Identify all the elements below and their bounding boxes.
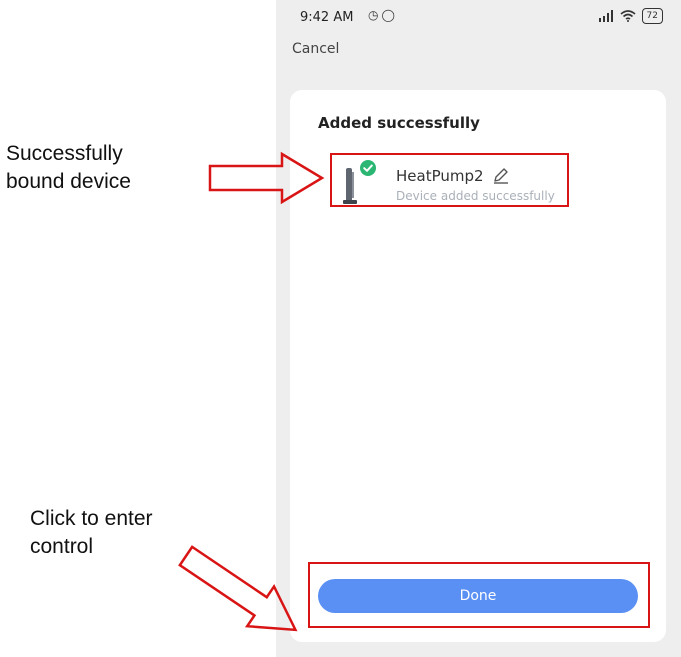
annotation-click-to-enter: Click to enter control bbox=[30, 507, 153, 558]
status-right-icons: 72 bbox=[598, 8, 663, 24]
wifi-icon bbox=[620, 10, 636, 22]
device-highlight-box bbox=[330, 153, 569, 207]
done-highlight-box bbox=[308, 562, 650, 628]
status-time: 9:42 AM bbox=[300, 10, 354, 25]
phone-screen: 9:42 AM ◷◯ 72 Cancel Added successfully bbox=[276, 0, 681, 657]
annotation-bound-device: Successfully bound device bbox=[6, 142, 131, 193]
status-bar: 9:42 AM ◷◯ 72 bbox=[276, 0, 681, 36]
cancel-button[interactable]: Cancel bbox=[292, 41, 339, 57]
signal-icon bbox=[598, 10, 613, 22]
card-title: Added successfully bbox=[318, 114, 480, 132]
alarm-icon: ◷ bbox=[368, 8, 382, 22]
status-left-icons: ◷◯ bbox=[368, 8, 398, 22]
chat-icon: ◯ bbox=[381, 8, 398, 22]
battery-indicator: 72 bbox=[641, 8, 663, 24]
